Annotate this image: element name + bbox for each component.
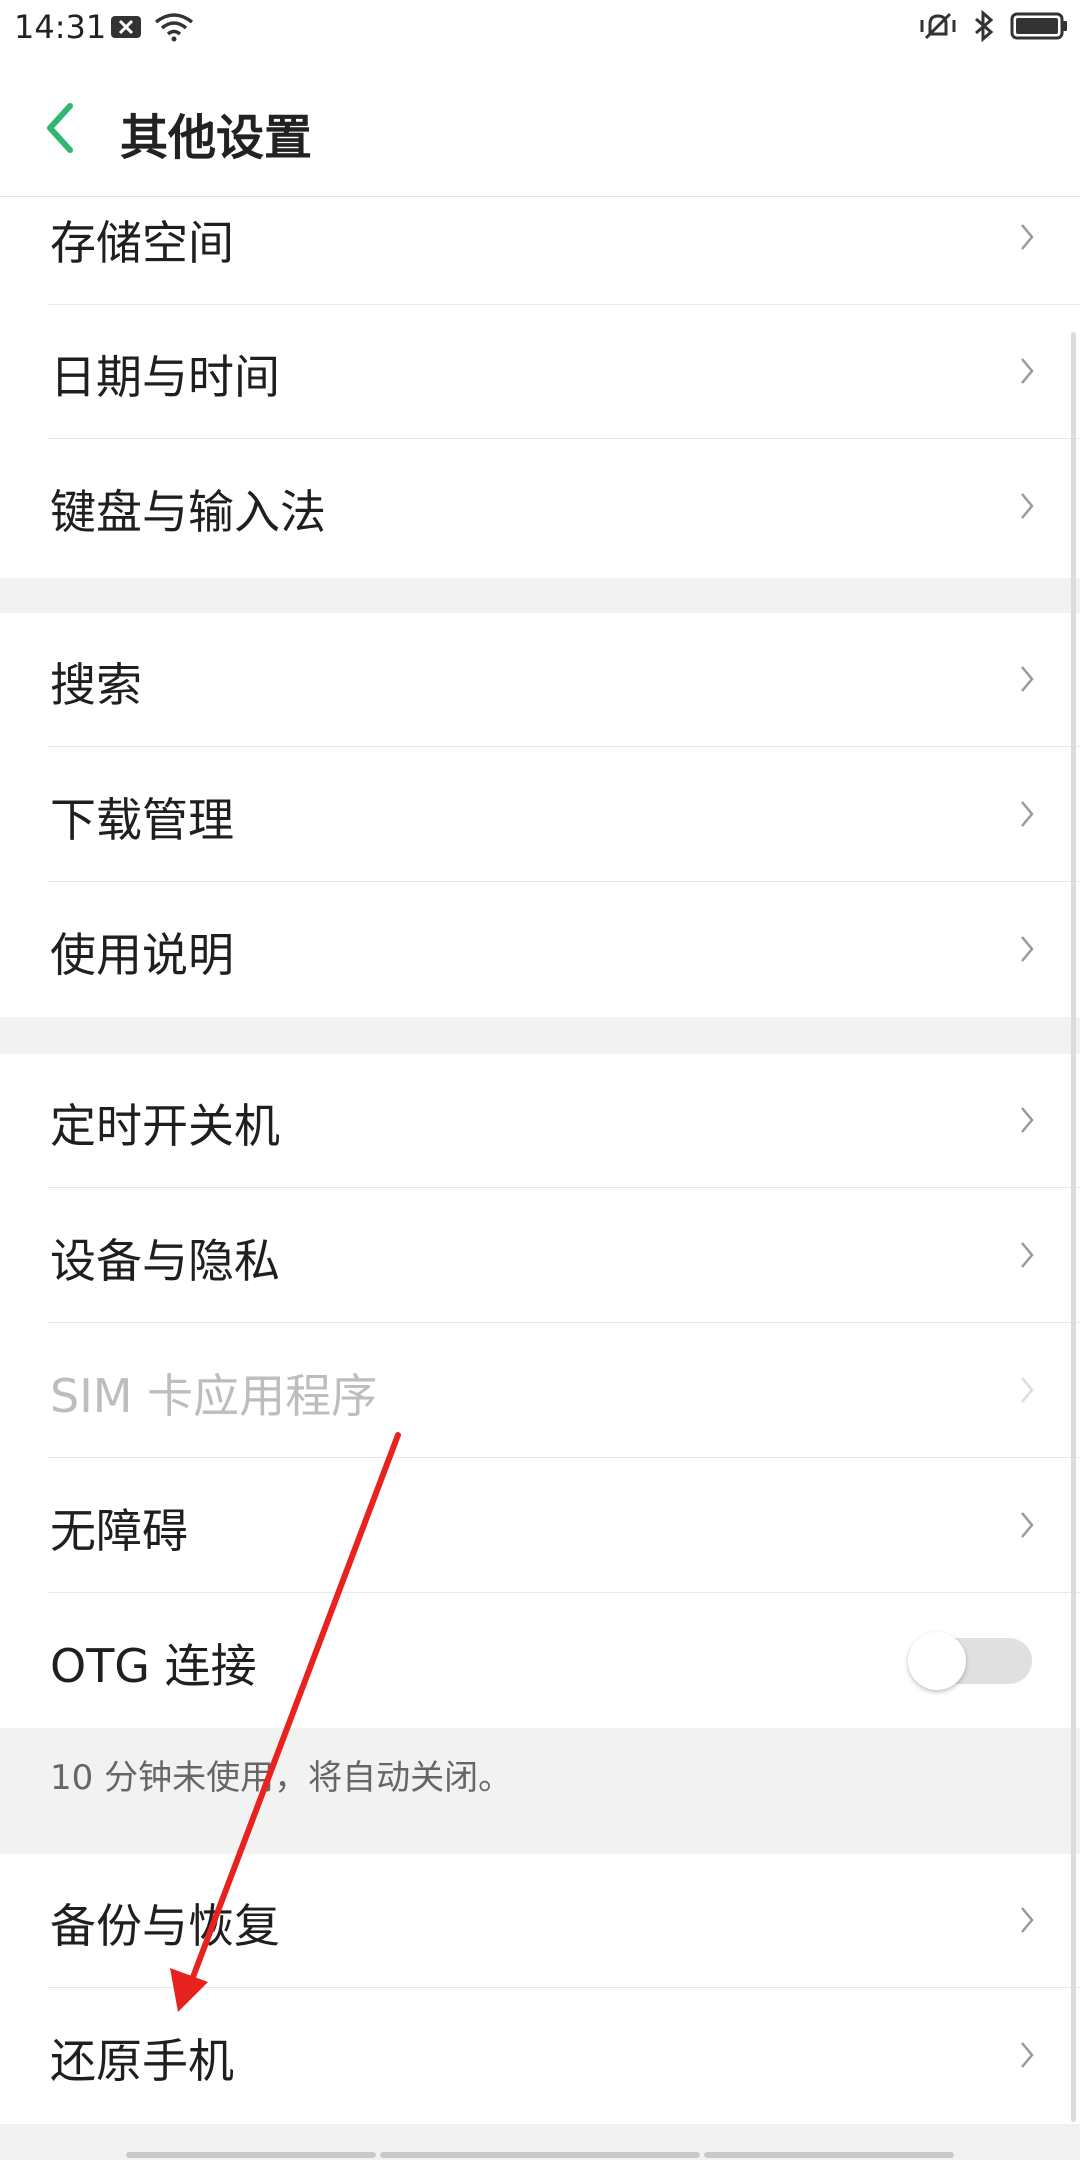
settings-item-label: 键盘与输入法 xyxy=(50,485,326,539)
chevron-right-icon xyxy=(1021,1377,1034,1403)
chevron-right-icon xyxy=(1021,1242,1034,1268)
settings-item-label: 备份与恢复 xyxy=(50,1899,280,1953)
status-right-icons xyxy=(918,9,1070,46)
divider xyxy=(48,1592,1080,1593)
nav-segment[interactable] xyxy=(380,2152,700,2158)
settings-item-label: 下载管理 xyxy=(50,793,234,847)
settings-item-label: 无障碍 xyxy=(50,1504,188,1558)
divider xyxy=(48,1187,1080,1188)
settings-item-label: 定时开关机 xyxy=(50,1099,280,1153)
settings-list[interactable]: 存储空间 日期与时间 键盘与输入法 搜索 下载管理 使用说明 定时开关机 设备与… xyxy=(0,197,1080,2160)
divider xyxy=(48,1987,1080,1988)
settings-group-system: 定时开关机 设备与隐私 SIM 卡应用程序 无障碍 OTG 连接 xyxy=(0,1054,1080,1728)
settings-item-user-guide[interactable]: 使用说明 xyxy=(0,883,1080,1017)
battery-icon xyxy=(1010,11,1070,45)
settings-item-storage[interactable]: 存储空间 xyxy=(0,171,1080,305)
toggle-knob xyxy=(908,1632,966,1690)
settings-item-label: SIM 卡应用程序 xyxy=(50,1369,378,1423)
settings-group-storage: 存储空间 日期与时间 键盘与输入法 xyxy=(0,197,1080,578)
settings-item-reset-phone[interactable]: 还原手机 xyxy=(0,1989,1080,2123)
bluetooth-icon xyxy=(972,9,996,46)
otg-toggle[interactable] xyxy=(908,1632,1032,1690)
divider xyxy=(48,746,1080,747)
settings-item-download-manager[interactable]: 下载管理 xyxy=(0,748,1080,882)
settings-item-otg: OTG 连接 xyxy=(0,1594,1080,1728)
settings-item-sim-apps: SIM 卡应用程序 xyxy=(0,1324,1080,1458)
chevron-right-icon xyxy=(1021,358,1034,384)
page-title: 其他设置 xyxy=(120,110,313,166)
settings-item-scheduled-power[interactable]: 定时开关机 xyxy=(0,1054,1080,1188)
settings-item-date-time[interactable]: 日期与时间 xyxy=(0,305,1080,439)
nav-segment[interactable] xyxy=(704,2152,954,2158)
chevron-right-icon xyxy=(1021,1512,1034,1538)
vibrate-icon xyxy=(918,10,958,46)
status-time: 14:31 xyxy=(14,8,107,46)
settings-item-label: OTG 连接 xyxy=(50,1639,257,1693)
chevron-right-icon xyxy=(1021,224,1034,250)
chevron-right-icon xyxy=(1021,801,1034,827)
status-left-icons xyxy=(110,12,194,46)
chevron-right-icon xyxy=(1021,1907,1034,1933)
settings-item-label: 存储空间 xyxy=(50,216,234,270)
chevron-right-icon xyxy=(1021,666,1034,692)
chevron-left-icon xyxy=(47,103,73,153)
chevron-right-icon xyxy=(1021,2042,1034,2068)
scrollbar[interactable] xyxy=(1071,332,1076,2122)
settings-item-label: 还原手机 xyxy=(50,2034,234,2088)
divider xyxy=(48,438,1080,439)
settings-item-backup-restore[interactable]: 备份与恢复 xyxy=(0,1854,1080,1988)
settings-item-keyboard[interactable]: 键盘与输入法 xyxy=(0,440,1080,574)
otg-note: 10 分钟未使用，将自动关闭。 xyxy=(50,1758,513,1798)
settings-item-label: 搜索 xyxy=(50,658,142,712)
divider xyxy=(48,881,1080,882)
settings-item-label: 使用说明 xyxy=(50,928,234,982)
status-bar: 14:31 xyxy=(0,0,1080,60)
chevron-right-icon xyxy=(1021,936,1034,962)
notification-x-icon xyxy=(110,13,142,45)
settings-item-label: 日期与时间 xyxy=(50,350,280,404)
settings-group-backup: 备份与恢复 还原手机 xyxy=(0,1854,1080,2124)
divider xyxy=(48,1322,1080,1323)
settings-item-search[interactable]: 搜索 xyxy=(0,613,1080,747)
chevron-right-icon xyxy=(1021,1107,1034,1133)
divider xyxy=(48,1457,1080,1458)
settings-item-device-privacy[interactable]: 设备与隐私 xyxy=(0,1189,1080,1323)
settings-item-accessibility[interactable]: 无障碍 xyxy=(0,1459,1080,1593)
chevron-right-icon xyxy=(1021,493,1034,519)
settings-item-label: 设备与隐私 xyxy=(50,1234,280,1288)
nav-segment[interactable] xyxy=(126,2152,376,2158)
settings-group-search: 搜索 下载管理 使用说明 xyxy=(0,613,1080,1017)
wifi-icon xyxy=(154,12,194,46)
back-button[interactable] xyxy=(40,98,80,158)
bottom-nav-bar xyxy=(0,2148,1080,2160)
